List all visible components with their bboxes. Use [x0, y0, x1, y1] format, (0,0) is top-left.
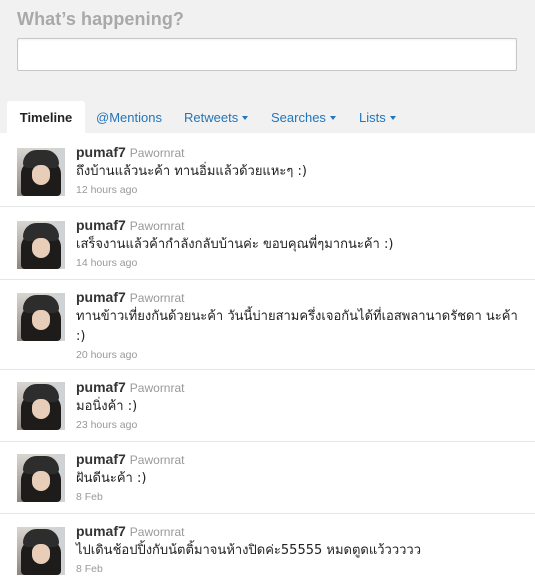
tweet-text: มอนิ่งค้า :): [76, 399, 138, 414]
tweet-item[interactable]: pumaf7 Pawornrat ถึงบ้านแล้วนะค้า ทานอิ่ม…: [0, 133, 535, 207]
tweet-timestamp[interactable]: 8 Feb: [76, 490, 526, 504]
tweet-full-name: Pawornrat: [129, 381, 185, 395]
avatar[interactable]: [17, 382, 65, 430]
timeline-tabs: Timeline @Mentions Retweets Searches Lis…: [0, 101, 535, 133]
composer-area: What’s happening? Timeline @Mentions Ret…: [0, 0, 535, 133]
tab-lists[interactable]: Lists: [359, 101, 396, 133]
tweet-screen-name[interactable]: pumaf7: [76, 379, 126, 395]
avatar[interactable]: [17, 293, 65, 341]
tweet-item[interactable]: pumaf7 Pawornrat เสร็จงานแล้วค้ากำลังกลับ…: [0, 207, 535, 280]
tweet-timestamp[interactable]: 20 hours ago: [76, 348, 526, 362]
avatar[interactable]: [17, 527, 65, 575]
avatar[interactable]: [17, 454, 65, 502]
tweet-screen-name[interactable]: pumaf7: [76, 451, 126, 467]
tab-retweets-label: Retweets: [184, 110, 239, 125]
tweet-timestamp[interactable]: 23 hours ago: [76, 418, 526, 432]
tweet-item[interactable]: pumaf7 Pawornrat มอนิ่งค้า :) 23 hours ag…: [0, 370, 535, 442]
tweet-text: เสร็จงานแล้วค้ากำลังกลับบ้านค่ะ ขอบคุณพี…: [76, 237, 394, 252]
tweet-screen-name[interactable]: pumaf7: [76, 289, 126, 305]
tab-timeline[interactable]: Timeline: [7, 101, 85, 133]
tweet-timestamp[interactable]: 14 hours ago: [76, 256, 526, 270]
caret-down-icon: [242, 115, 249, 120]
tab-lists-label: Lists: [359, 110, 386, 125]
tweet-full-name: Pawornrat: [129, 291, 185, 305]
avatar[interactable]: [17, 221, 65, 269]
tab-searches[interactable]: Searches: [271, 101, 336, 133]
tweet-item[interactable]: pumaf7 Pawornrat ฝันดีนะค้า :) 8 Feb: [0, 442, 535, 514]
tweet-full-name: Pawornrat: [129, 219, 185, 233]
tweet-timestamp[interactable]: 8 Feb: [76, 562, 526, 576]
tweet-timestamp[interactable]: 12 hours ago: [76, 183, 526, 197]
composer-heading: What’s happening?: [17, 9, 185, 29]
tweet-full-name: Pawornrat: [129, 525, 185, 539]
tweet-screen-name[interactable]: pumaf7: [76, 217, 126, 233]
status-input[interactable]: [17, 38, 517, 71]
avatar[interactable]: [17, 148, 65, 196]
tweet-text: ฝันดีนะค้า :): [76, 471, 147, 486]
tweet-text: ถึงบ้านแล้วนะค้า ทานอิ่มแล้วด้วยแหะๆ :): [76, 164, 307, 179]
tab-searches-label: Searches: [271, 110, 326, 125]
tab-timeline-label: Timeline: [19, 110, 73, 125]
caret-down-icon: [389, 115, 396, 120]
tweet-screen-name[interactable]: pumaf7: [76, 523, 126, 539]
tab-mentions-label: @Mentions: [96, 110, 162, 125]
tab-mentions[interactable]: @Mentions: [96, 101, 162, 133]
tweet-item[interactable]: pumaf7 Pawornrat ทานข้าวเที่ยงกันด้วยนะค้…: [0, 280, 535, 370]
caret-down-icon: [329, 115, 336, 120]
tweet-full-name: Pawornrat: [129, 146, 185, 160]
tweet-text: ทานข้าวเที่ยงกันด้วยนะค้า วันนี้บ่ายสามค…: [76, 309, 518, 344]
tweet-item[interactable]: pumaf7 Pawornrat ไปเดินช้อปปิ้งกับน้ตติ้ม…: [0, 514, 535, 581]
tweet-full-name: Pawornrat: [129, 453, 185, 467]
tweet-text: ไปเดินช้อปปิ้งกับน้ตติ้มาจนห้างปิดค่ะ555…: [76, 543, 422, 558]
tab-retweets[interactable]: Retweets: [184, 101, 249, 133]
tweet-screen-name[interactable]: pumaf7: [76, 144, 126, 160]
